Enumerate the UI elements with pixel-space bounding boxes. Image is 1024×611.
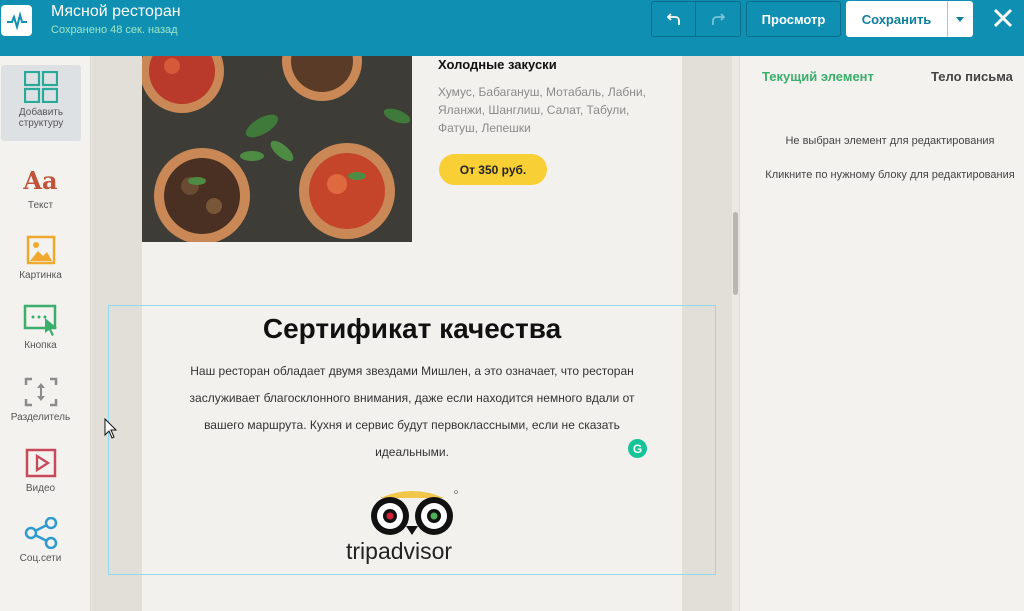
certificate-text[interactable]: Наш ресторан обладает двумя звездами Миш…	[172, 358, 652, 466]
properties-panel: Текущий элемент Тело письма Не выбран эл…	[739, 56, 1024, 611]
undo-button[interactable]	[651, 1, 696, 37]
pulse-icon	[6, 11, 27, 30]
tab-current-element[interactable]: Текущий элемент	[762, 69, 874, 84]
structure-grid-icon	[23, 69, 59, 105]
tools-sidebar: Добавить структуру Aa Текст Картинка Кно…	[0, 56, 91, 611]
tool-label: Кнопка	[24, 340, 57, 351]
close-icon	[993, 8, 1013, 28]
owl-icon	[371, 490, 458, 535]
tool-label: Соц.сети	[19, 553, 62, 564]
tool-label: Видео	[25, 483, 56, 494]
menu-item-title[interactable]: Холодные закуски	[438, 57, 557, 72]
menu-item-image[interactable]	[142, 56, 412, 242]
redo-icon	[712, 13, 725, 25]
tool-label: Текст	[27, 200, 54, 211]
app-logo[interactable]	[1, 5, 32, 36]
button-icon	[23, 302, 59, 338]
canvas-scrollbar[interactable]	[732, 56, 739, 611]
tripadvisor-logo[interactable]: tripadvisor	[342, 488, 482, 568]
top-bar: Мясной ресторан Сохранено 48 сек. назад …	[0, 0, 1024, 56]
close-button[interactable]	[988, 3, 1018, 33]
redo-button[interactable]	[696, 1, 741, 37]
email-canvas[interactable]: Холодные закуски Хумус, Бабагануш, Мотаб…	[92, 56, 732, 611]
tool-social[interactable]: Соц.сети	[0, 515, 81, 591]
no-selection-message: Не выбран элемент для редактирования	[785, 135, 995, 147]
save-options-button[interactable]	[947, 1, 973, 37]
save-status: Сохранено 48 сек. назад	[51, 24, 178, 36]
tool-label: Разделитель	[10, 412, 71, 423]
tripadvisor-wordmark: tripadvisor	[346, 538, 453, 564]
price-button[interactable]: От 350 руб.	[439, 154, 547, 185]
tool-text[interactable]: Aa Текст	[0, 162, 81, 238]
save-button[interactable]: Сохранить	[846, 1, 947, 37]
share-icon	[23, 515, 59, 551]
tool-add-structure[interactable]: Добавить структуру	[1, 65, 81, 141]
menu-item-description[interactable]: Хумус, Бабагануш, Мотабаль, Лабни, Яланж…	[438, 83, 658, 137]
undo-icon	[666, 13, 680, 25]
tab-email-body[interactable]: Тело письма	[931, 69, 1013, 84]
certificate-title[interactable]: Сертификат качества	[142, 310, 682, 348]
text-icon: Aa	[23, 165, 58, 195]
tool-video[interactable]: Видео	[0, 445, 81, 521]
tool-divider[interactable]: Разделитель	[0, 374, 81, 450]
grammarly-icon[interactable]: G	[628, 439, 647, 458]
caret-down-icon	[956, 16, 964, 22]
tool-button[interactable]: Кнопка	[0, 302, 81, 378]
document-title[interactable]: Мясной ресторан	[51, 3, 181, 21]
tool-image[interactable]: Картинка	[0, 232, 81, 308]
tool-label: Добавить структуру	[18, 107, 64, 129]
image-icon	[23, 232, 59, 268]
mouse-cursor-icon	[104, 418, 118, 439]
video-icon	[23, 445, 59, 481]
tool-label: Картинка	[19, 270, 62, 281]
canvas-scrollbar-thumb[interactable]	[733, 212, 738, 295]
preview-button[interactable]: Просмотр	[746, 1, 841, 37]
divider-icon	[23, 374, 59, 410]
selection-hint: Кликните по нужному блоку для редактиров…	[765, 169, 1015, 181]
